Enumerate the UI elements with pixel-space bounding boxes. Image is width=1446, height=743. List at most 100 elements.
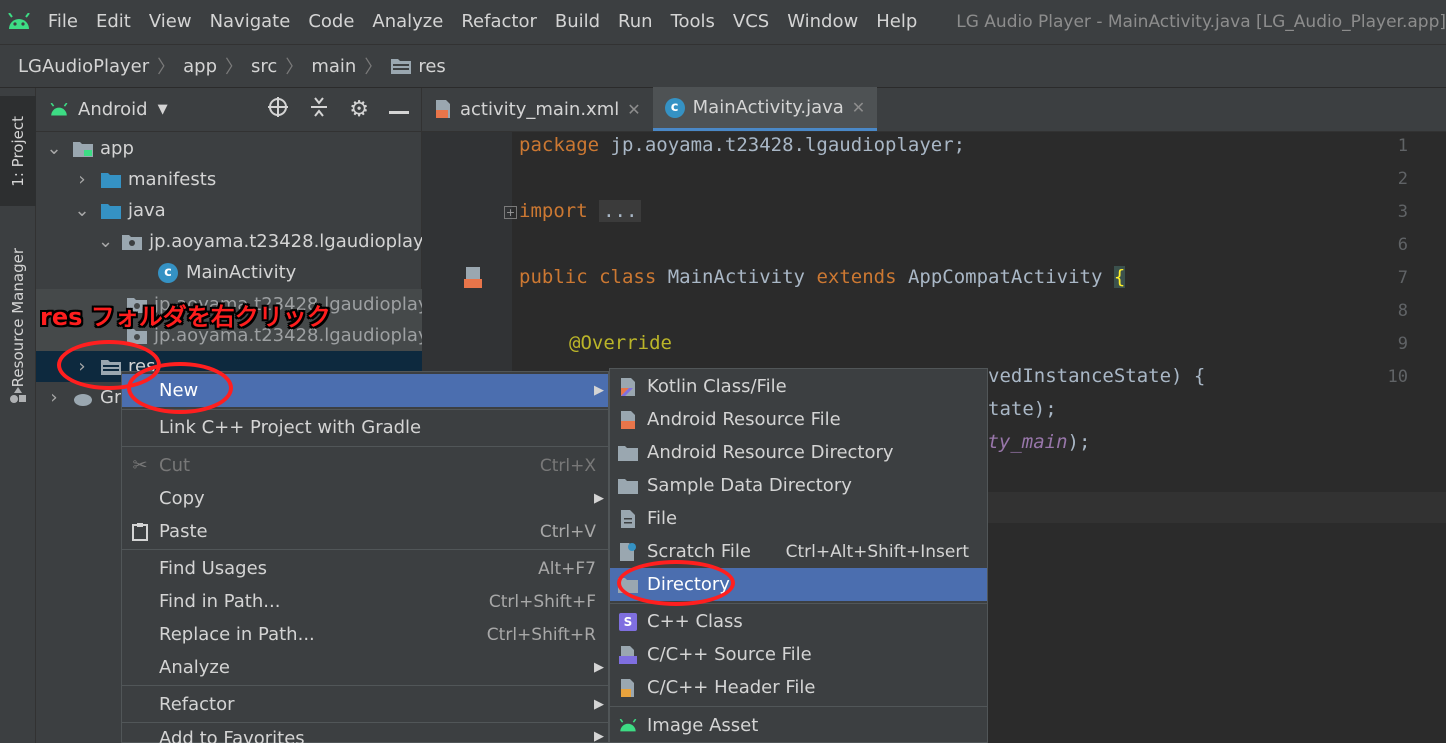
collapse-all-icon[interactable]	[309, 96, 329, 123]
chevron-down-icon[interactable]: ⌄	[44, 138, 64, 159]
class-gutter-icon[interactable]	[462, 266, 484, 295]
menu-item-add-to-favorites[interactable]: Add to Favorites ▶	[122, 725, 608, 743]
breadcrumb-app[interactable]: app	[183, 56, 217, 77]
menu-item-link-cpp[interactable]: Link C++ Project with Gradle	[122, 411, 608, 444]
menu-item-find-usages[interactable]: Find Usages Alt+F7	[122, 552, 608, 585]
chevron-down-icon[interactable]: ▼	[158, 102, 168, 117]
code-line-3[interactable]: import ...	[519, 200, 642, 222]
tree-item-java[interactable]: ⌄ java	[36, 195, 422, 226]
code-line-1[interactable]: package jp.aoyama.t23428.lgaudioplayer;	[519, 134, 965, 156]
menu-vcs[interactable]: VCS	[724, 0, 778, 44]
menu-separator	[122, 549, 608, 550]
menu-refactor[interactable]: Refactor	[452, 0, 546, 44]
menu-tools[interactable]: Tools	[662, 0, 724, 44]
menu-file[interactable]: File	[39, 0, 87, 44]
project-tool-tab[interactable]: 1: Project	[0, 96, 36, 206]
menu-code[interactable]: Code	[299, 0, 363, 44]
submenu-item-label: File	[647, 508, 678, 529]
superclass-name: AppCompatActivity	[896, 266, 1114, 288]
code-text: vedInstanceState) {	[988, 365, 1206, 387]
chevron-right-icon[interactable]: ›	[72, 169, 92, 190]
folded-imports[interactable]: ...	[599, 200, 642, 222]
tree-item-package[interactable]: ⌄ jp.aoyama.t23428.lgaudioplayer	[36, 226, 422, 257]
keyword: import	[519, 200, 588, 222]
code-line-11[interactable]: tate);	[988, 398, 1057, 420]
menu-item-paste[interactable]: Paste Ctrl+V	[122, 515, 608, 548]
locate-icon[interactable]	[267, 96, 289, 123]
menu-run[interactable]: Run	[609, 0, 662, 44]
kotlin-file-icon	[617, 376, 639, 398]
tree-item-manifests[interactable]: › manifests	[36, 164, 422, 195]
menu-item-replace-in-path[interactable]: Replace in Path... Ctrl+Shift+R	[122, 618, 608, 651]
tree-item-label: manifests	[128, 169, 217, 190]
minimize-icon[interactable]	[389, 99, 409, 120]
breadcrumb-main[interactable]: main	[311, 56, 356, 77]
menu-item-find-in-path[interactable]: Find in Path... Ctrl+Shift+F	[122, 585, 608, 618]
menu-item-shortcut: Alt+F7	[538, 558, 596, 579]
menu-analyze[interactable]: Analyze	[363, 0, 452, 44]
chevron-down-icon[interactable]: ⌄	[72, 200, 92, 221]
menu-item-label: Refactor	[159, 694, 235, 715]
menu-item-label: Add to Favorites	[159, 728, 305, 743]
clipboard-icon	[130, 522, 150, 542]
menu-edit[interactable]: Edit	[87, 0, 140, 44]
submenu-item-cpp-header[interactable]: C/C++ Header File	[610, 671, 987, 704]
project-view-selector[interactable]: Android	[78, 99, 148, 120]
line-number: 9	[1397, 334, 1408, 354]
submenu-item-sample-data-directory[interactable]: Sample Data Directory	[610, 469, 987, 502]
cpp-source-icon	[617, 644, 639, 666]
menu-item-copy[interactable]: Copy ▶	[122, 482, 608, 515]
submenu-item-android-resource-directory[interactable]: Android Resource Directory	[610, 436, 987, 469]
menu-item-label: Link C++ Project with Gradle	[159, 417, 422, 438]
submenu-item-file[interactable]: File	[610, 502, 987, 535]
submenu-item-label: Scratch File	[647, 541, 751, 562]
menu-item-label: Analyze	[159, 657, 230, 678]
submenu-item-kotlin-class[interactable]: Kotlin Class/File	[610, 370, 987, 403]
close-icon[interactable]: ✕	[627, 100, 640, 119]
line-number: 2	[1397, 169, 1408, 189]
close-icon[interactable]: ✕	[852, 98, 865, 117]
chevron-down-icon[interactable]: ⌄	[98, 231, 113, 252]
cpp-class-icon: S	[617, 611, 639, 633]
code-line-7[interactable]: public class MainActivity extends AppCom…	[519, 266, 1126, 288]
breadcrumb-project[interactable]: LGAudioPlayer	[18, 56, 149, 77]
annotation-circle-new	[127, 362, 233, 414]
menu-item-shortcut: Ctrl+Shift+R	[486, 624, 596, 645]
menu-item-analyze[interactable]: Analyze ▶	[122, 651, 608, 684]
menu-item-refactor[interactable]: Refactor ▶	[122, 688, 608, 721]
tab-activity-main-xml[interactable]: activity_main.xml ✕	[422, 87, 653, 131]
resource-manager-tab[interactable]: Resource Manager	[0, 228, 36, 408]
breadcrumb-res[interactable]: res	[418, 56, 445, 77]
code-line-12[interactable]: ity_main);	[976, 431, 1090, 453]
gear-icon[interactable]: ⚙	[349, 97, 369, 122]
code-line-10[interactable]: vedInstanceState) {	[988, 365, 1205, 387]
annotation: @Override	[569, 332, 672, 354]
menu-view[interactable]: View	[140, 0, 201, 44]
submenu-item-cpp-class[interactable]: S C++ Class	[610, 605, 987, 638]
breadcrumb-src[interactable]: src	[251, 56, 277, 77]
submenu-item-cpp-source[interactable]: C/C++ Source File	[610, 638, 987, 671]
tree-item-app[interactable]: ⌄ app	[36, 133, 422, 164]
cpp-header-icon	[617, 677, 639, 699]
submenu-item-label: C/C++ Source File	[647, 644, 812, 665]
menu-navigate[interactable]: Navigate	[201, 0, 300, 44]
menu-item-cut[interactable]: ✂ Cut Ctrl+X	[122, 449, 608, 482]
folder-icon	[617, 475, 639, 497]
code-text: jp.aoyama.t23428.lgaudioplayer;	[599, 134, 966, 156]
folder-icon	[100, 202, 122, 220]
menu-bar: File Edit View Navigate Code Analyze Ref…	[0, 0, 1446, 44]
tab-mainactivity-java[interactable]: c MainActivity.java ✕	[652, 87, 878, 131]
submenu-arrow-icon: ▶	[594, 383, 604, 398]
fold-toggle-icon[interactable]: +	[504, 206, 517, 219]
submenu-item-label: Android Resource Directory	[647, 442, 894, 463]
keyword: package	[519, 134, 600, 156]
menu-window[interactable]: Window	[778, 0, 867, 44]
code-line-9[interactable]: @Override	[569, 332, 672, 354]
chevron-right-icon[interactable]: ›	[44, 387, 64, 408]
menu-help[interactable]: Help	[867, 0, 926, 44]
submenu-item-image-asset[interactable]: Image Asset	[610, 709, 987, 742]
android-studio-logo-icon	[0, 0, 39, 44]
submenu-item-android-resource-file[interactable]: Android Resource File	[610, 403, 987, 436]
tree-item-mainactivity[interactable]: c MainActivity	[36, 257, 422, 288]
menu-build[interactable]: Build	[546, 0, 609, 44]
